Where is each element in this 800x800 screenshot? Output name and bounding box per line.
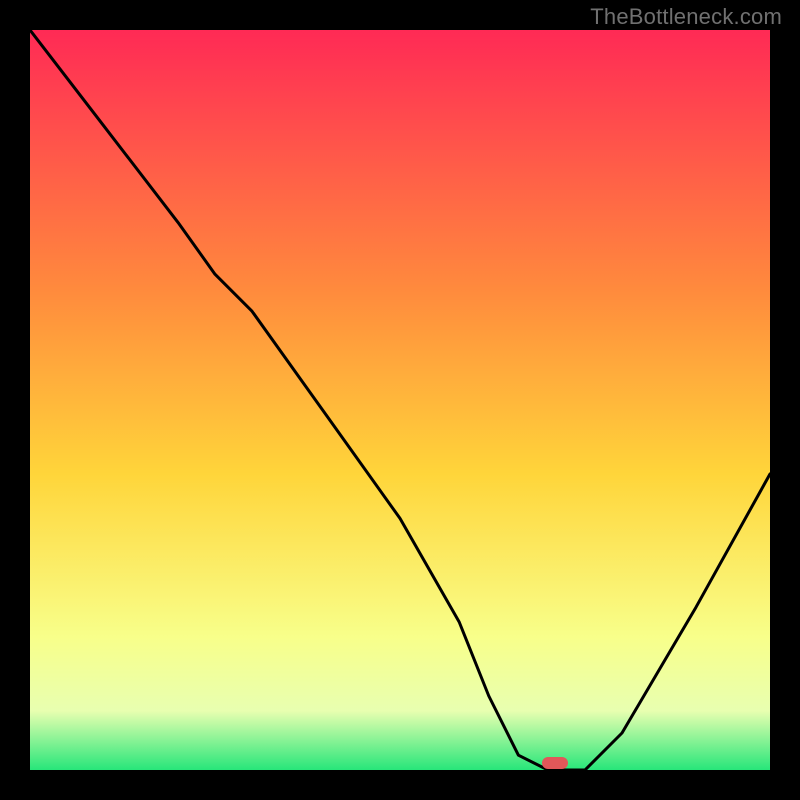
bottleneck-chart bbox=[30, 30, 770, 770]
optimal-marker bbox=[542, 757, 568, 769]
watermark-text: TheBottleneck.com bbox=[590, 4, 782, 30]
chart-frame: TheBottleneck.com bbox=[0, 0, 800, 800]
gradient-background bbox=[30, 30, 770, 770]
